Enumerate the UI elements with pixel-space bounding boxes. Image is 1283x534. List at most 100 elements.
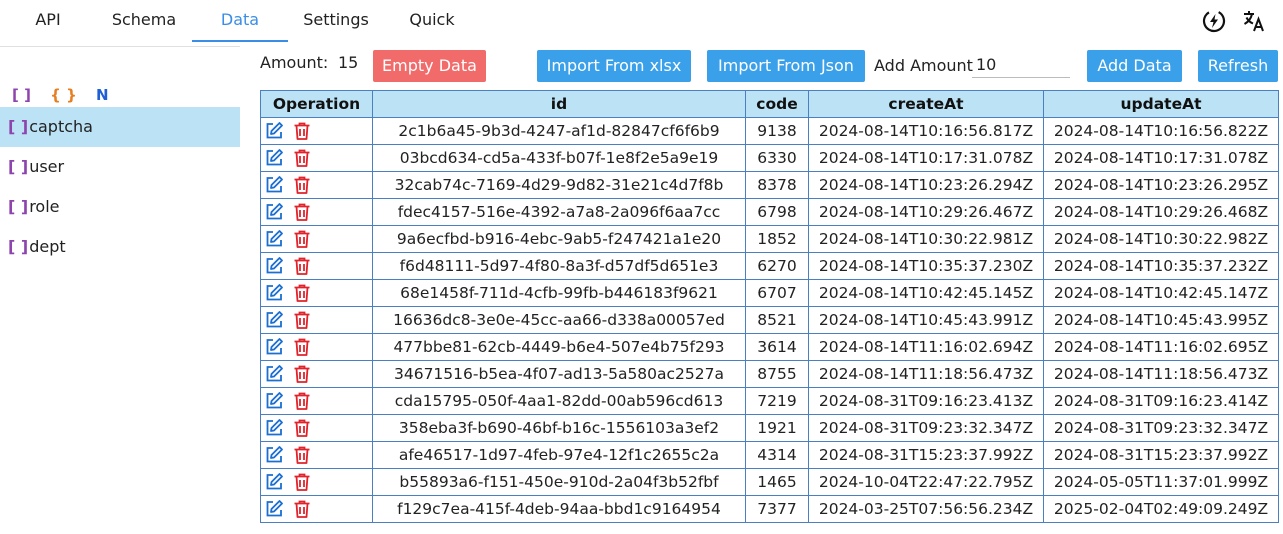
sidebar-item-captcha[interactable]: [ ]captcha bbox=[0, 107, 240, 147]
delete-icon[interactable] bbox=[292, 418, 312, 438]
sidebar-item-label: role bbox=[29, 197, 60, 216]
id-cell: afe46517-1d97-4feb-97e4-12f1c2655c2a bbox=[372, 441, 746, 469]
operation-cell bbox=[260, 225, 373, 253]
code-cell: 6798 bbox=[745, 198, 809, 226]
header-code[interactable]: code bbox=[745, 90, 809, 118]
operation-cell bbox=[260, 198, 373, 226]
table-row: 2c1b6a45-9b3d-4247-af1d-82847cf6f6b9 9138… bbox=[260, 117, 1279, 145]
delete-icon[interactable] bbox=[292, 472, 312, 492]
edit-icon[interactable] bbox=[264, 499, 284, 519]
table-row: 9a6ecfbd-b916-4ebc-9ab5-f247421a1e20 1852… bbox=[260, 225, 1279, 253]
operation-cell bbox=[260, 441, 373, 469]
table-header-row: Operation id code createAt updateAt bbox=[260, 90, 1279, 118]
createat-cell: 2024-10-04T22:47:22.795Z bbox=[808, 468, 1044, 496]
empty-data-button[interactable]: Empty Data bbox=[373, 50, 486, 82]
tab-quick[interactable]: Quick bbox=[384, 0, 480, 42]
edit-icon[interactable] bbox=[264, 256, 284, 276]
code-cell: 8521 bbox=[745, 306, 809, 334]
operation-cell bbox=[260, 333, 373, 361]
header-updateat[interactable]: updateAt bbox=[1043, 90, 1279, 118]
operation-cell bbox=[260, 171, 373, 199]
id-cell: f6d48111-5d97-4f80-8a3f-d57df5d651e3 bbox=[372, 252, 746, 280]
edit-icon[interactable] bbox=[264, 229, 284, 249]
header-id[interactable]: id bbox=[372, 90, 746, 118]
table-row: 32cab74c-7169-4d29-9d82-31e21c4d7f8b 8378… bbox=[260, 171, 1279, 199]
sidebar-item-user[interactable]: [ ]user bbox=[0, 147, 240, 187]
delete-icon[interactable] bbox=[292, 175, 312, 195]
createat-cell: 2024-08-14T10:17:31.078Z bbox=[808, 144, 1044, 172]
edit-icon[interactable] bbox=[264, 337, 284, 357]
tab-api[interactable]: API bbox=[0, 0, 96, 42]
edit-icon[interactable] bbox=[264, 310, 284, 330]
table-body: 2c1b6a45-9b3d-4247-af1d-82847cf6f6b9 9138… bbox=[260, 117, 1279, 523]
tab-schema[interactable]: Schema bbox=[96, 0, 192, 42]
array-bracket-icon: [ ] bbox=[8, 157, 29, 176]
code-cell: 1921 bbox=[745, 414, 809, 442]
sidebar: [ ] { } N [ ]captcha [ ]user [ ]role [ ]… bbox=[0, 46, 240, 534]
delete-icon[interactable] bbox=[292, 148, 312, 168]
operation-cell bbox=[260, 468, 373, 496]
tab-settings[interactable]: Settings bbox=[288, 0, 384, 42]
delete-icon[interactable] bbox=[292, 121, 312, 141]
edit-icon[interactable] bbox=[264, 391, 284, 411]
header-operation[interactable]: Operation bbox=[260, 90, 373, 118]
edit-icon[interactable] bbox=[264, 121, 284, 141]
delete-icon[interactable] bbox=[292, 256, 312, 276]
code-cell: 9138 bbox=[745, 117, 809, 145]
operation-cell bbox=[260, 387, 373, 415]
delete-icon[interactable] bbox=[292, 283, 312, 303]
import-xlsx-button[interactable]: Import From xlsx bbox=[537, 50, 691, 82]
delete-icon[interactable] bbox=[292, 391, 312, 411]
id-cell: 16636dc8-3e0e-45cc-aa66-d338a00057ed bbox=[372, 306, 746, 334]
code-cell: 6330 bbox=[745, 144, 809, 172]
header-createat[interactable]: createAt bbox=[808, 90, 1044, 118]
id-cell: 358eba3f-b690-46bf-b16c-1556103a3ef2 bbox=[372, 414, 746, 442]
table-row: f6d48111-5d97-4f80-8a3f-d57df5d651e3 6270… bbox=[260, 252, 1279, 280]
sidebar-item-role[interactable]: [ ]role bbox=[0, 187, 240, 227]
edit-icon[interactable] bbox=[264, 445, 284, 465]
table-row: 358eba3f-b690-46bf-b16c-1556103a3ef2 1921… bbox=[260, 414, 1279, 442]
edit-icon[interactable] bbox=[264, 148, 284, 168]
updateat-cell: 2024-05-05T11:37:01.999Z bbox=[1043, 468, 1279, 496]
updateat-cell: 2024-08-14T10:16:56.822Z bbox=[1043, 117, 1279, 145]
edit-icon[interactable] bbox=[264, 175, 284, 195]
delete-icon[interactable] bbox=[292, 310, 312, 330]
updateat-cell: 2024-08-31T09:23:32.347Z bbox=[1043, 414, 1279, 442]
id-cell: 477bbe81-62cb-4449-b6e4-507e4b75f293 bbox=[372, 333, 746, 361]
updateat-cell: 2025-02-04T02:49:09.249Z bbox=[1043, 495, 1279, 523]
operation-cell bbox=[260, 306, 373, 334]
delete-icon[interactable] bbox=[292, 337, 312, 357]
id-cell: f129c7ea-415f-4deb-94aa-bbd1c9164954 bbox=[372, 495, 746, 523]
edit-icon[interactable] bbox=[264, 364, 284, 384]
translate-icon[interactable] bbox=[1241, 8, 1267, 34]
edit-icon[interactable] bbox=[264, 472, 284, 492]
table-row: 68e1458f-711d-4cfb-99fb-b446183f9621 6707… bbox=[260, 279, 1279, 307]
delete-icon[interactable] bbox=[292, 229, 312, 249]
add-data-button[interactable]: Add Data bbox=[1087, 50, 1182, 82]
import-json-button[interactable]: Import From Json bbox=[707, 50, 865, 82]
operation-cell bbox=[260, 252, 373, 280]
refresh-button[interactable]: Refresh bbox=[1198, 50, 1278, 82]
edit-icon[interactable] bbox=[264, 202, 284, 222]
filter-object[interactable]: { } bbox=[50, 86, 77, 104]
edit-icon[interactable] bbox=[264, 283, 284, 303]
delete-icon[interactable] bbox=[292, 364, 312, 384]
sidebar-item-dept[interactable]: [ ]dept bbox=[0, 227, 240, 267]
filter-array[interactable]: [ ] bbox=[12, 86, 31, 104]
id-cell: 34671516-b5ea-4f07-ad13-5a580ac2527a bbox=[372, 360, 746, 388]
filter-number[interactable]: N bbox=[96, 86, 109, 104]
delete-icon[interactable] bbox=[292, 202, 312, 222]
operation-cell bbox=[260, 414, 373, 442]
edit-icon[interactable] bbox=[264, 418, 284, 438]
add-amount-input[interactable] bbox=[972, 52, 1070, 78]
table-row: 16636dc8-3e0e-45cc-aa66-d338a00057ed 8521… bbox=[260, 306, 1279, 334]
delete-icon[interactable] bbox=[292, 499, 312, 519]
tab-data[interactable]: Data bbox=[192, 0, 288, 42]
id-cell: fdec4157-516e-4392-a7a8-2a096f6aa7cc bbox=[372, 198, 746, 226]
id-cell: b55893a6-f151-450e-910d-2a04f3b52fbf bbox=[372, 468, 746, 496]
bolt-icon[interactable] bbox=[1201, 8, 1227, 34]
amount-value: 15 bbox=[338, 53, 359, 72]
operation-cell bbox=[260, 117, 373, 145]
delete-icon[interactable] bbox=[292, 445, 312, 465]
sidebar-item-label: dept bbox=[29, 237, 66, 256]
